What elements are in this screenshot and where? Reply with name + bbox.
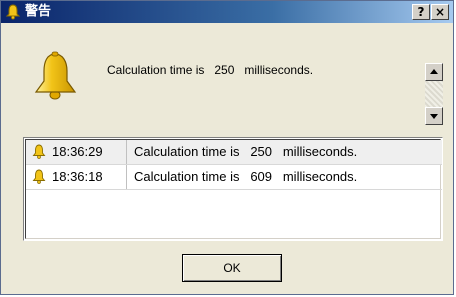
alert-log-list[interactable]: 18:36:29 Calculation time is 250 millise… bbox=[23, 137, 443, 241]
alert-message: Calculation time is 250 milliseconds. bbox=[107, 63, 314, 77]
scroll-down-button[interactable] bbox=[425, 107, 443, 125]
bell-icon bbox=[5, 4, 21, 20]
log-message: Calculation time is 250 milliseconds. bbox=[134, 144, 358, 159]
alert-log-inner: 18:36:29 Calculation time is 250 millise… bbox=[25, 139, 442, 239]
log-message: Calculation time is 609 milliseconds. bbox=[134, 169, 358, 184]
ok-button[interactable]: OK bbox=[182, 254, 282, 282]
bell-icon bbox=[34, 51, 77, 100]
scrollbar-track[interactable] bbox=[425, 81, 443, 107]
bell-icon bbox=[32, 169, 46, 184]
column-divider bbox=[126, 140, 127, 164]
window-title: 警告 bbox=[25, 4, 52, 19]
list-item[interactable]: 18:36:29 Calculation time is 250 millise… bbox=[26, 140, 442, 164]
alert-dialog: 警告 ? × Calculation time is 250 milliseco… bbox=[0, 0, 454, 295]
column-divider bbox=[126, 165, 127, 189]
close-button[interactable]: × bbox=[431, 4, 449, 20]
log-time: 18:36:29 bbox=[52, 144, 103, 159]
title-bar[interactable]: 警告 ? × bbox=[1, 1, 453, 23]
log-time: 18:36:18 bbox=[52, 169, 103, 184]
arrow-up-icon bbox=[430, 69, 438, 74]
help-button[interactable]: ? bbox=[412, 4, 430, 20]
bell-icon bbox=[32, 144, 46, 159]
arrow-down-icon bbox=[430, 114, 438, 119]
scroll-up-button[interactable] bbox=[425, 63, 443, 81]
row-divider bbox=[26, 189, 442, 190]
list-item[interactable]: 18:36:18 Calculation time is 609 millise… bbox=[26, 165, 442, 189]
